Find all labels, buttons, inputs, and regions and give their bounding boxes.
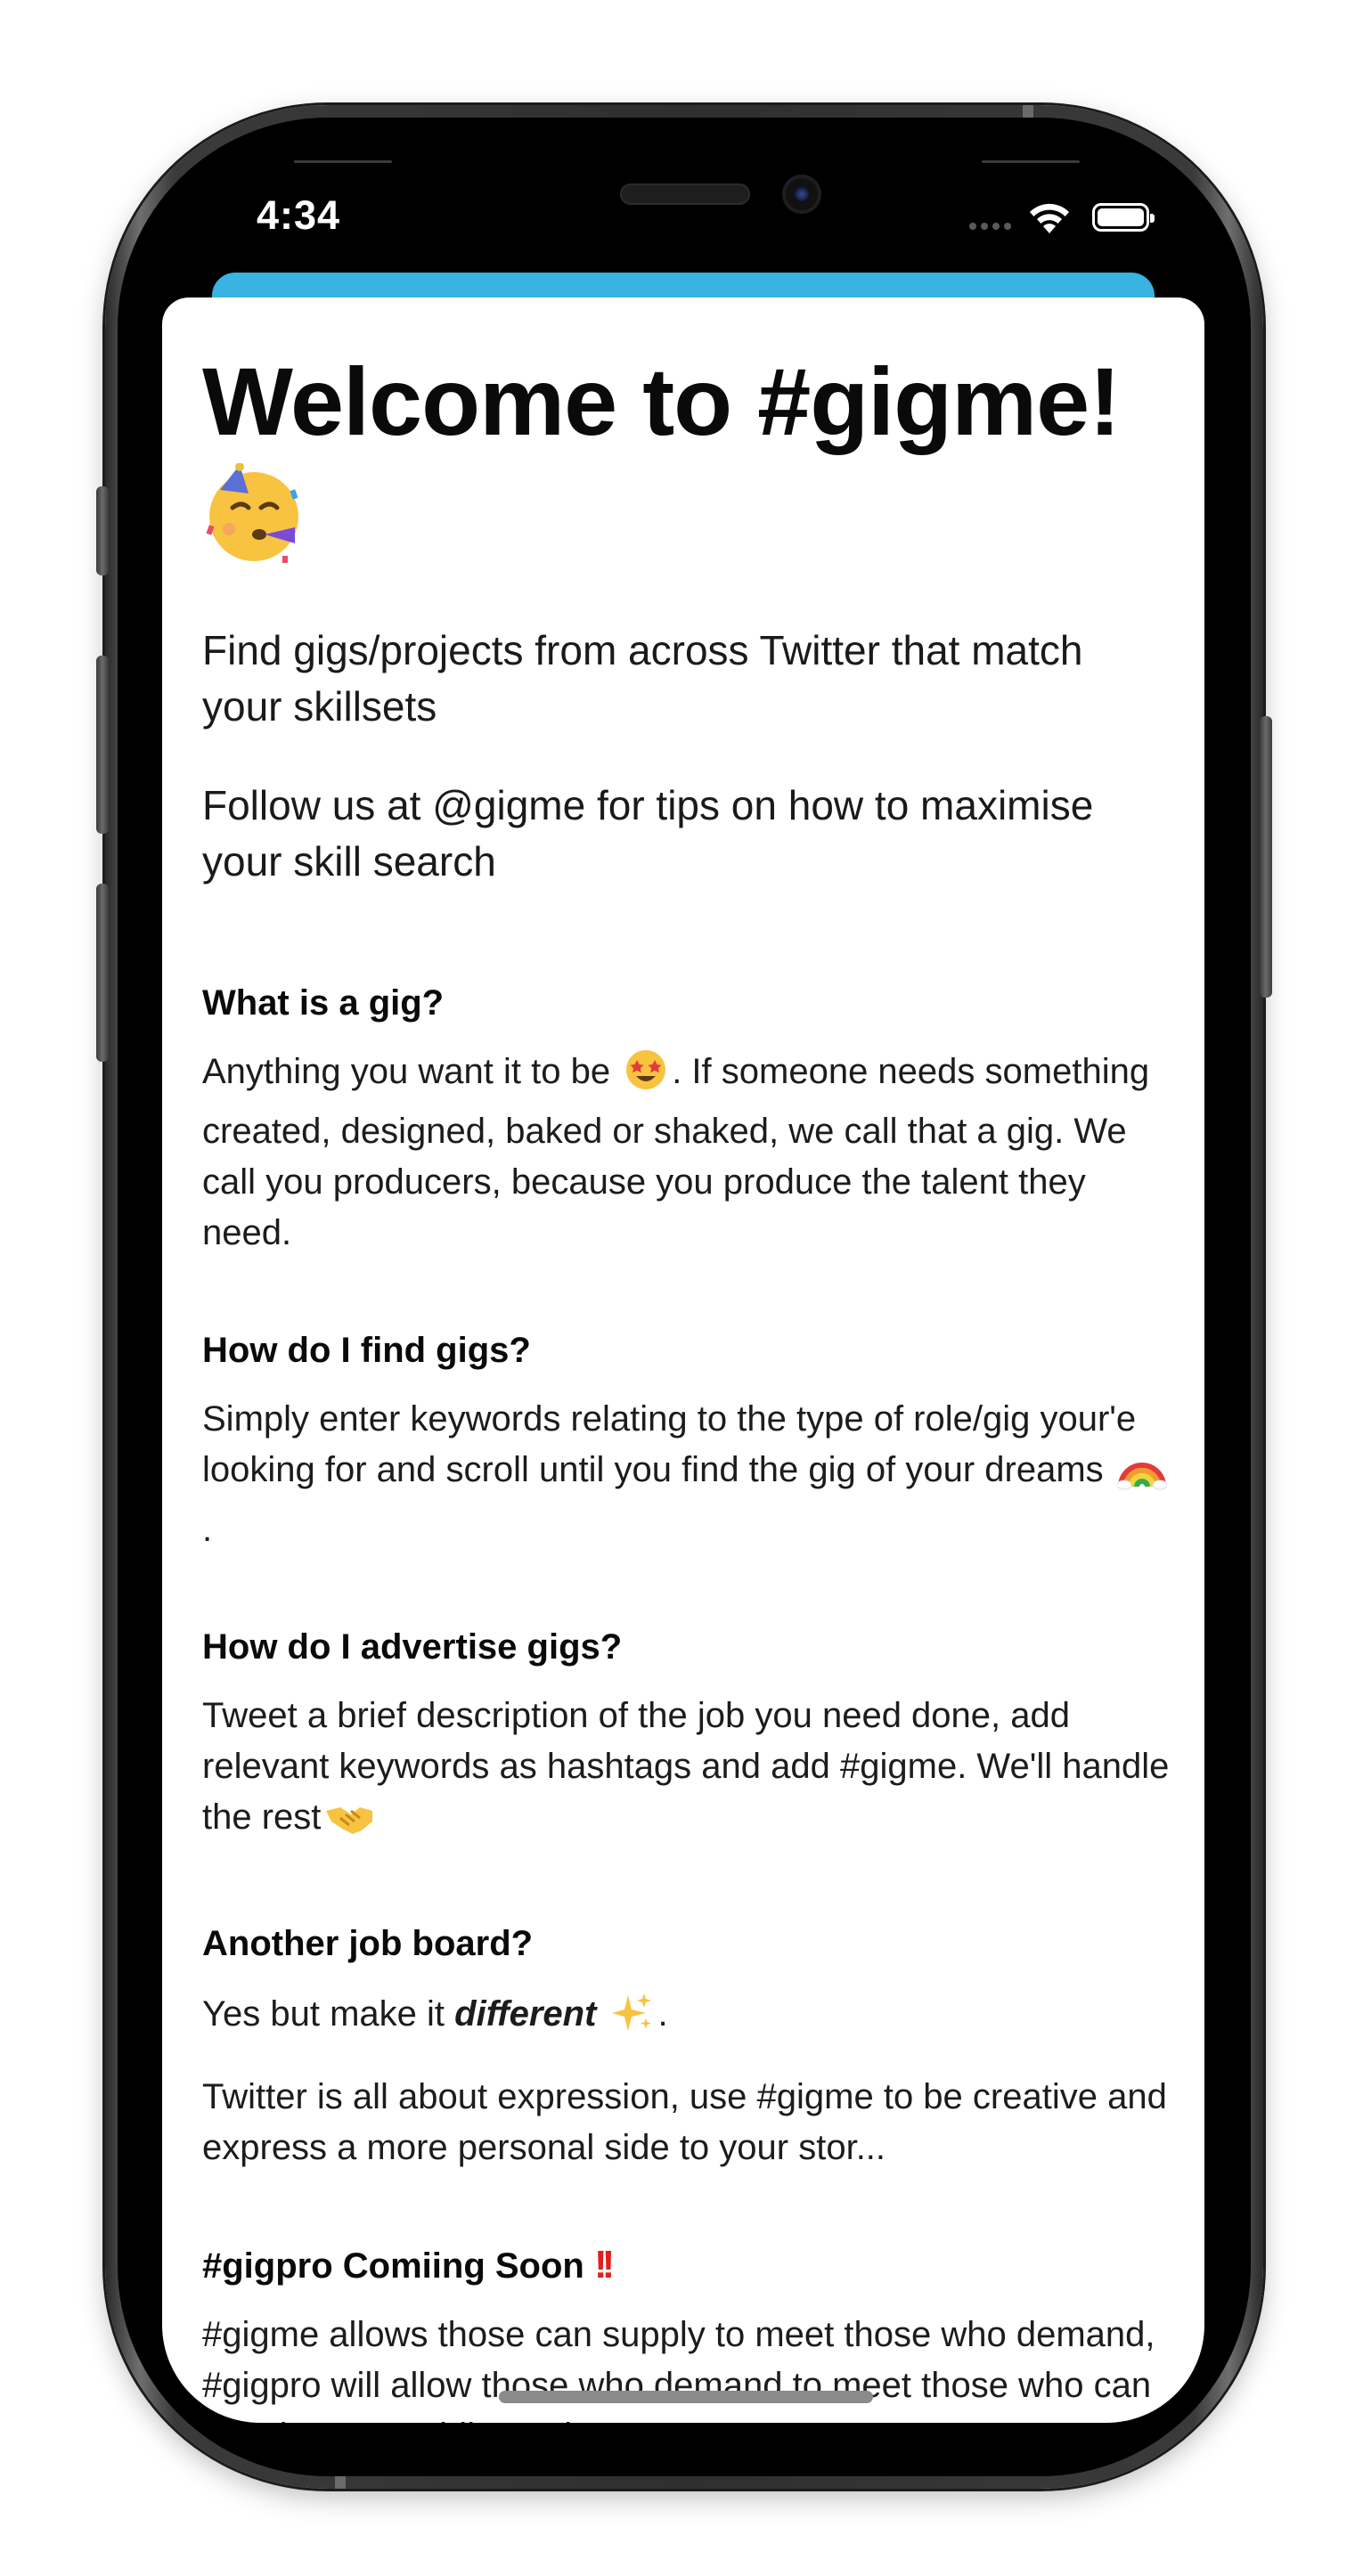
cellular-signal-icon [969, 223, 1011, 230]
faq-answer-text: Yes but make it [202, 1994, 445, 2034]
handshake-icon [324, 1798, 374, 1852]
faq-answer-text: . [202, 1510, 213, 1549]
page-title: Welcome to #gigme! [202, 347, 1121, 455]
faq-answer: Yes but make it different . [202, 1989, 1173, 2049]
rainbow-icon [1116, 1446, 1168, 1504]
faq-question: How do I find gigs? [202, 1331, 531, 1370]
earpiece-speaker [620, 183, 750, 205]
party-face-icon [202, 462, 1173, 571]
faq-question: #gigpro Comiing Soon !! [202, 2243, 1173, 2288]
emphasis-text: different [454, 1994, 597, 2034]
action-button [96, 486, 109, 575]
volume-down-button [96, 884, 109, 1062]
welcome-content: Welcome to #gigme! Find gigs/projects fr… [202, 346, 1173, 2423]
faq-answer-text: . [657, 1994, 668, 2034]
faq-question: Another job board? [202, 1924, 534, 1963]
intro-text: Find gigs/projects from across Twitter t… [202, 627, 1083, 730]
frame-seam [294, 160, 392, 163]
volume-up-button [96, 656, 109, 834]
faq-answer-text: Anything you want it to be [202, 1052, 611, 1091]
front-camera [782, 175, 821, 214]
faq-question: What is a gig? [202, 983, 445, 1023]
faq-question: How do I advertise gigs? [202, 1627, 623, 1667]
status-time: 4:34 [257, 192, 341, 238]
antenna-band [1023, 105, 1033, 118]
battery-icon [1092, 203, 1155, 232]
faq-answer-text: Simply enter keywords relating to the ty… [202, 1399, 1137, 1489]
faq-answer: Anything you want it to be . If someone … [202, 1047, 1173, 1259]
faq-answer: Tweet a brief description of the job you… [202, 1691, 1173, 1852]
antenna-band [335, 2476, 346, 2489]
faq-question-text: #gigpro Comiing Soon [202, 2246, 584, 2286]
frame-seam [982, 160, 1080, 163]
star-struck-icon [624, 1048, 668, 1106]
home-indicator[interactable] [499, 2391, 873, 2403]
intro-text: Follow us at @gigme for tips on how to m… [202, 782, 1094, 884]
faq-answer: Simply enter keywords relating to the ty… [202, 1394, 1173, 1555]
wifi-icon [1030, 203, 1069, 233]
faq-answer-body: Twitter is all about expression, use #gi… [202, 2077, 1167, 2167]
faq-answer: #gigme allows those can supply to meet t… [202, 2315, 1155, 2423]
double-exclamation-icon: !! [593, 2243, 615, 2287]
sparkles-icon [610, 1990, 655, 2049]
welcome-sheet[interactable]: Welcome to #gigme! Find gigs/projects fr… [162, 298, 1204, 2423]
power-button [1260, 716, 1272, 998]
